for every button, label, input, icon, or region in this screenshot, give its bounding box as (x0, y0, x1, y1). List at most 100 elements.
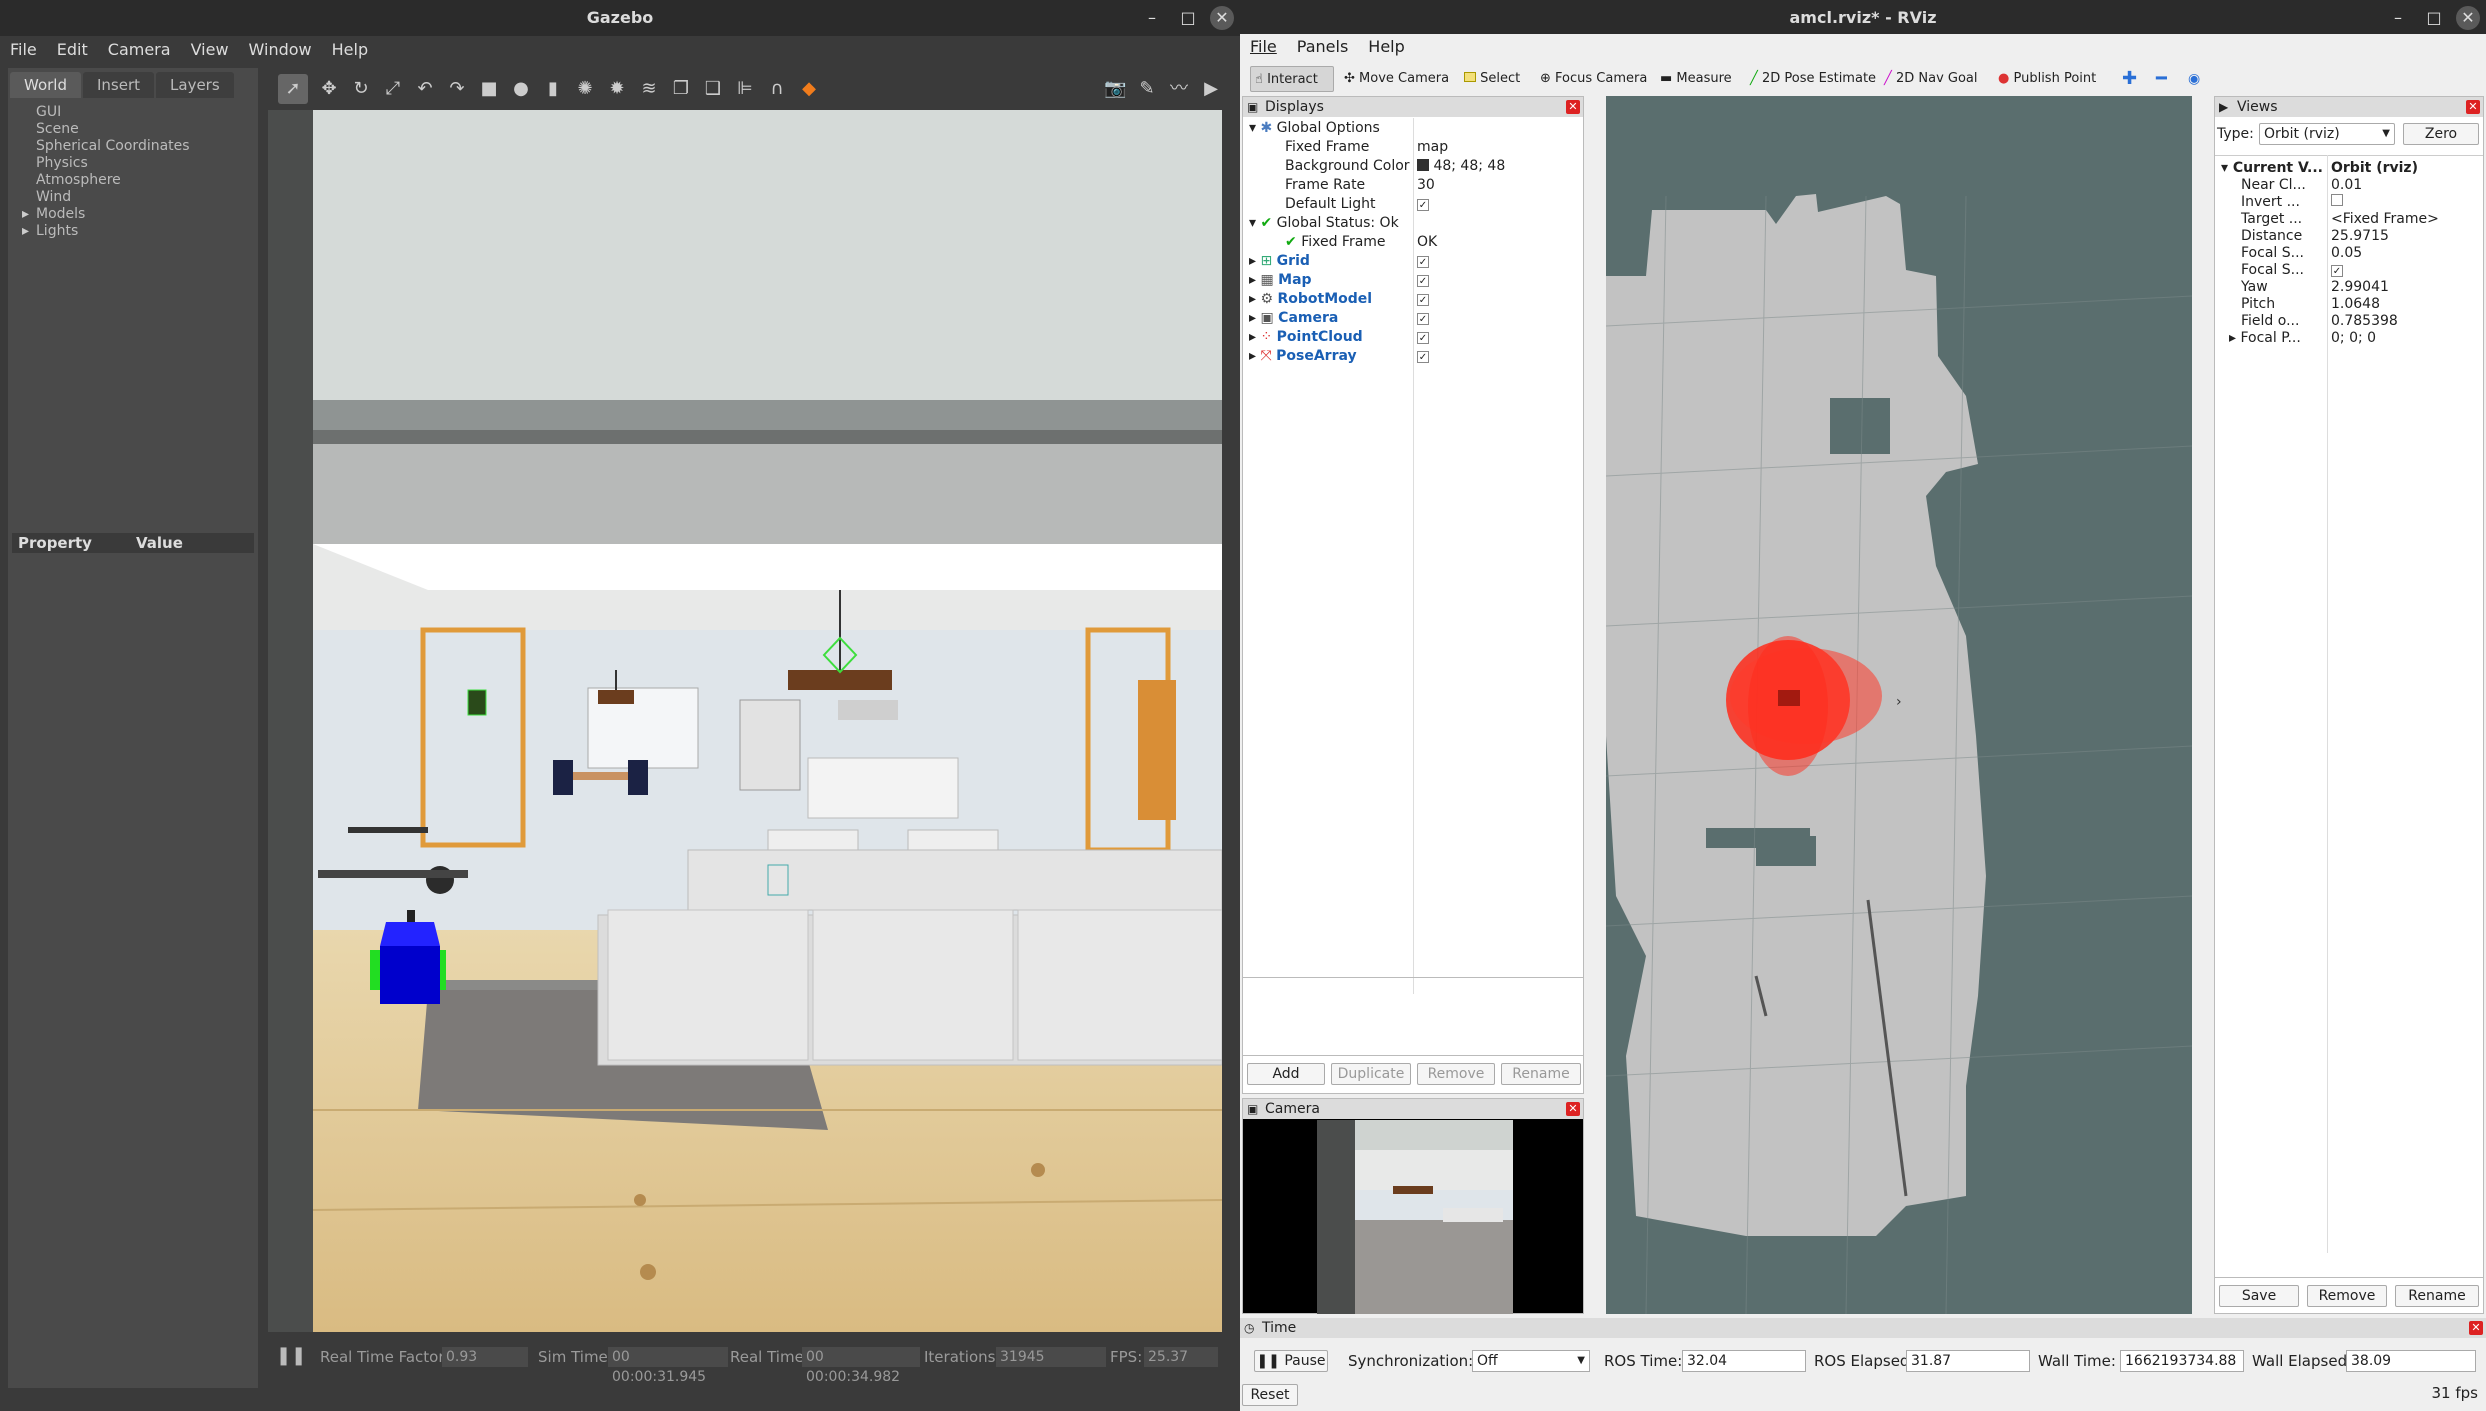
close-icon[interactable]: ✕ (1566, 1102, 1580, 1116)
tree-item-scene[interactable]: Scene (36, 121, 258, 138)
global-options-row[interactable]: ▾ ✱ Global Options (1249, 119, 1380, 138)
default-light-checkbox[interactable]: ✓ (1417, 195, 1429, 214)
close-icon[interactable]: ✕ (1210, 6, 1234, 30)
tool-focus-camera[interactable]: ⊕ Focus Camera (1536, 66, 1647, 92)
ros-elapsed-field[interactable]: 31.87 (1906, 1350, 2030, 1372)
tree-item-gui[interactable]: GUI (36, 104, 258, 121)
tool-measure[interactable]: ▬ Measure (1656, 66, 1732, 92)
remove-tool-icon[interactable]: ━ (2156, 66, 2167, 92)
scale-icon[interactable]: ⤢ (382, 78, 404, 100)
undo-icon[interactable]: ↶ (414, 78, 436, 100)
wall-elapsed-field[interactable]: 38.09 (2346, 1350, 2476, 1372)
select-arrow-icon[interactable]: ➚ (278, 74, 308, 104)
tool-interact[interactable]: ☝ Interact (1250, 66, 1334, 92)
eye-icon[interactable]: ◉ (2188, 66, 2200, 92)
type-select[interactable]: Orbit (rviz) ▼ (2259, 123, 2395, 145)
pause-icon[interactable]: ❚❚ (276, 1346, 306, 1366)
paste-icon[interactable]: ❑ (702, 78, 724, 100)
tool-select[interactable]: Select (1460, 66, 1520, 92)
focal-shape-checkbox[interactable]: ✓ (2331, 265, 2343, 277)
rviz-3d-view[interactable]: › (1606, 96, 2192, 1314)
menu-help[interactable]: Help (322, 36, 378, 64)
menu-camera[interactable]: Camera (98, 36, 181, 64)
tree-item-atmosphere[interactable]: Atmosphere (36, 172, 258, 189)
tree-item-spherical[interactable]: Spherical Coordinates (36, 138, 258, 155)
maximize-icon[interactable]: □ (2422, 6, 2446, 30)
align-icon[interactable]: ⊫ (734, 78, 756, 100)
pointcloud-checkbox[interactable]: ✓ (1417, 328, 1429, 347)
redo-icon[interactable]: ↷ (446, 78, 468, 100)
view-angle-icon[interactable]: ◆ (798, 78, 820, 100)
display-pointcloud[interactable]: ▸ ⁘ PointCloud (1249, 328, 1363, 347)
grid-checkbox[interactable]: ✓ (1417, 252, 1429, 271)
gazebo-3d-scene[interactable] (268, 110, 1222, 1332)
robotmodel-checkbox[interactable]: ✓ (1417, 290, 1429, 309)
pause-button[interactable]: ❚❚ Pause (1254, 1350, 1328, 1372)
invert-checkbox[interactable] (2331, 194, 2343, 206)
add-display-button[interactable]: Add (1247, 1063, 1325, 1085)
tree-item-physics[interactable]: Physics (36, 155, 258, 172)
tool-pose-estimate[interactable]: ╱ 2D Pose Estimate (1746, 66, 1876, 92)
pointlight-icon[interactable]: ✺ (574, 78, 596, 100)
copy-icon[interactable]: ❐ (670, 78, 692, 100)
display-map[interactable]: ▸ ▦ Map (1249, 271, 1312, 290)
bg-color-field[interactable]: 48; 48; 48 (1417, 157, 1505, 176)
remove-view-button[interactable]: Remove (2307, 1285, 2387, 1307)
minimize-icon[interactable]: – (2386, 6, 2410, 30)
save-view-button[interactable]: Save (2219, 1285, 2299, 1307)
menu-panels[interactable]: Panels (1287, 34, 1359, 60)
menu-edit[interactable]: Edit (47, 36, 98, 64)
display-robotmodel[interactable]: ▸ ⚙ RobotModel (1249, 290, 1372, 309)
duplicate-display-button[interactable]: Duplicate (1331, 1063, 1411, 1085)
tool-publish-point[interactable]: ● Publish Point (1994, 66, 2096, 92)
frame-rate-value[interactable]: 30 (1417, 176, 1435, 195)
minimize-icon[interactable]: – (1140, 6, 1164, 30)
log-icon[interactable]: ✎ (1136, 78, 1158, 100)
rename-view-button[interactable]: Rename (2395, 1285, 2479, 1307)
ros-time-field[interactable]: 32.04 (1682, 1350, 1806, 1372)
spotlight-icon[interactable]: ✹ (606, 78, 628, 100)
remove-display-button[interactable]: Remove (1417, 1063, 1495, 1085)
rotate-icon[interactable]: ↻ (350, 78, 372, 100)
tab-layers[interactable]: Layers (156, 72, 234, 98)
close-icon[interactable]: ✕ (2469, 1321, 2483, 1335)
menu-file[interactable]: File (1240, 34, 1287, 60)
reset-button[interactable]: Reset (1242, 1384, 1298, 1406)
rename-display-button[interactable]: Rename (1501, 1063, 1581, 1085)
wall-time-field[interactable]: 1662193734.88 (2120, 1350, 2244, 1372)
camera-checkbox[interactable]: ✓ (1417, 309, 1429, 328)
display-camera[interactable]: ▸ ▣ Camera (1249, 309, 1338, 328)
dirlight-icon[interactable]: ≋ (638, 78, 660, 100)
view-prop-value[interactable]: 0; 0; 0 (2331, 329, 2376, 348)
menu-view[interactable]: View (181, 36, 239, 64)
display-grid[interactable]: ▸ ⊞ Grid (1249, 252, 1310, 271)
menu-window[interactable]: Window (239, 36, 322, 64)
maximize-icon[interactable]: □ (1176, 6, 1200, 30)
cylinder-icon[interactable]: ▮ (542, 78, 564, 100)
posearray-checkbox[interactable]: ✓ (1417, 347, 1429, 366)
box-icon[interactable]: ■ (478, 78, 500, 100)
close-icon[interactable]: ✕ (2466, 100, 2480, 114)
add-tool-icon[interactable]: ✚ (2122, 66, 2137, 92)
map-checkbox[interactable]: ✓ (1417, 271, 1429, 290)
snap-icon[interactable]: ∩ (766, 78, 788, 100)
tree-item-wind[interactable]: Wind (36, 189, 258, 206)
tool-move-camera[interactable]: ✣ Move Camera (1340, 66, 1449, 92)
tool-nav-goal[interactable]: ╱ 2D Nav Goal (1880, 66, 1978, 92)
translate-icon[interactable]: ✥ (318, 78, 340, 100)
tab-world[interactable]: World (10, 72, 81, 98)
display-posearray[interactable]: ▸ ⤧ PoseArray (1249, 347, 1357, 366)
close-icon[interactable]: ✕ (2456, 6, 2480, 30)
sphere-icon[interactable]: ● (510, 78, 532, 100)
menu-file[interactable]: File (0, 36, 47, 64)
tree-item-lights[interactable]: Lights (22, 223, 258, 240)
close-icon[interactable]: ✕ (1566, 100, 1580, 114)
video-icon[interactable]: ▶ (1200, 78, 1222, 100)
plot-icon[interactable]: 〰 (1168, 78, 1190, 100)
tree-item-models[interactable]: Models (22, 206, 258, 223)
sync-select[interactable]: Off ▼ (1472, 1350, 1590, 1372)
zero-button[interactable]: Zero (2403, 123, 2479, 145)
fixed-frame-value[interactable]: map (1417, 138, 1448, 157)
global-status-row[interactable]: ▾ ✔ Global Status: Ok (1249, 214, 1399, 233)
menu-help[interactable]: Help (1358, 34, 1414, 60)
